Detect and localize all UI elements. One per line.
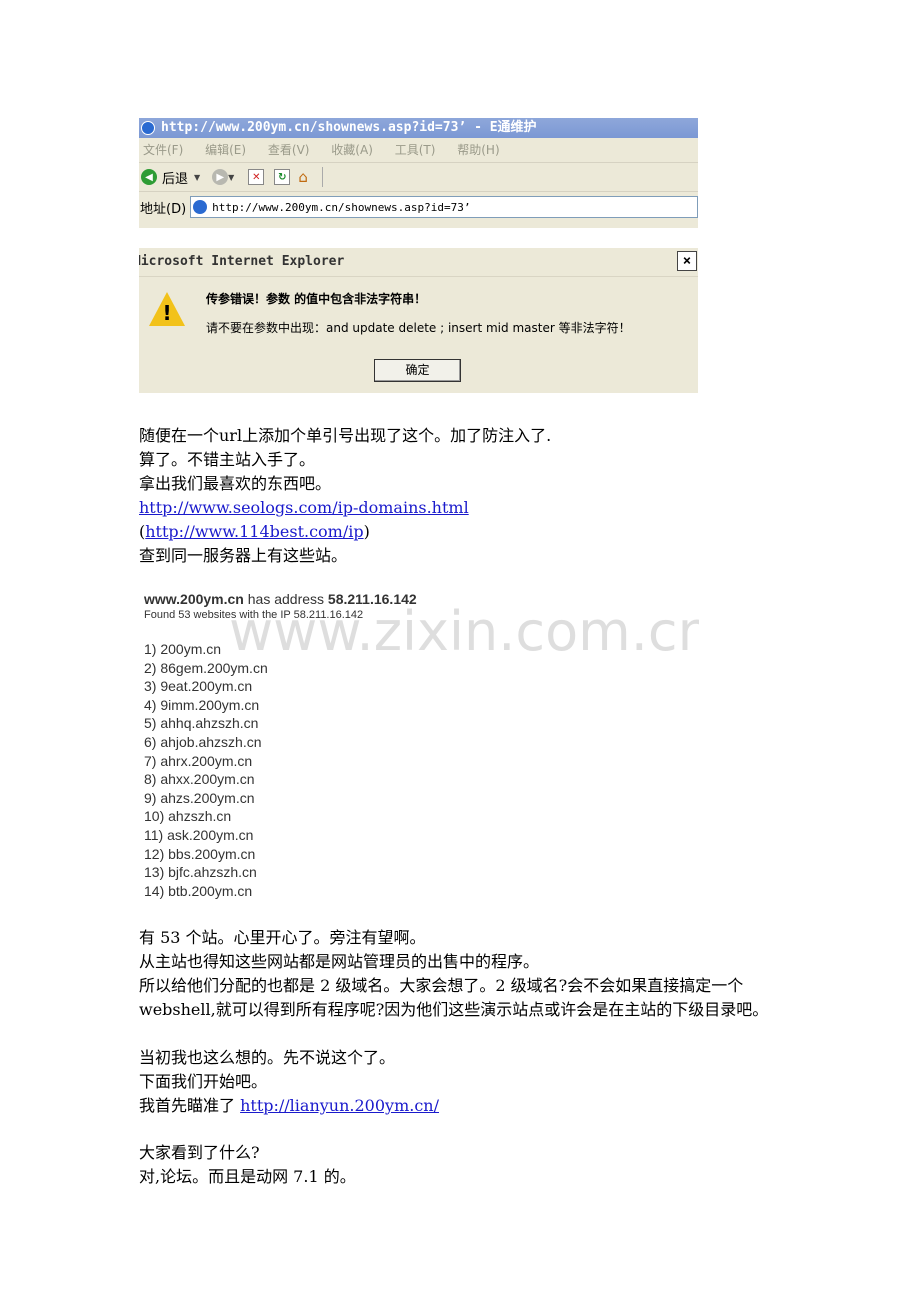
toolbar: ◀ 后退 ▼ ▶ ▼ ✕ ↻ ⌂ [139, 162, 698, 192]
stop-icon[interactable]: ✕ [248, 169, 265, 185]
link-paragraph: (http://www.114best.com/ip) [139, 520, 370, 544]
dialog-message-line2: 请不要在参数中出现：and update delete ; insert mid… [206, 321, 631, 335]
paren-close: ) [363, 522, 370, 541]
paragraph-text: 我首先瞄准了 [139, 1096, 241, 1115]
refresh-icon[interactable]: ↻ [274, 169, 291, 185]
paragraph-line: 查到同一服务器上有这些站。 [139, 546, 348, 565]
address-bar: 地址(D) http://www.200ym.cn/shownews.asp?i… [139, 192, 698, 222]
paragraph-line: 有 53 个站。心里开心了。旁注有望啊。 [139, 928, 426, 947]
ie-icon [141, 121, 155, 135]
list-item: 5) ahhq.ahzszh.cn [144, 715, 259, 732]
ip-lookup-screenshot: www.zixin.com.cn www.200ym.cn has addres… [139, 585, 699, 900]
paragraph-line: 当初我也这么想的。先不说这个了。 [139, 1048, 396, 1067]
menu-help[interactable]: 帮助(H) [457, 143, 499, 157]
back-button-label[interactable]: 后退 [162, 168, 188, 187]
menu-favorites[interactable]: 收藏(A) [331, 143, 373, 157]
back-arrow-icon[interactable]: ◀ [141, 169, 157, 185]
list-item: 1) 200ym.cn [144, 641, 222, 657]
paragraph-wrapped: 所以给他们分配的也都是 2 级域名。大家会想了。2 级域名?会不会如果直接搞定一… [139, 976, 769, 1019]
list-item: 3) 9eat.200ym.cn [144, 678, 253, 695]
list-item: 12) bbs.200ym.cn [144, 845, 256, 862]
toolbar-separator [322, 167, 324, 187]
paragraph-line: 从主站也得知这些网站都是网站管理员的出售中的程序。 [139, 952, 540, 971]
link-paragraph: http://www.seologs.com/ip-domains.html [139, 496, 469, 520]
lianyun-link[interactable]: http://lianyun.200ym.cn/ [240, 1096, 439, 1115]
lookup-ip: 58.211.16.142 [327, 591, 417, 607]
site-list: 1) 200ym.cn 2) 86gem.200ym.cn 3) 9eat.20… [144, 640, 268, 900]
error-dialog: Microsoft Internet Explorer × ! 传参错误！参数 … [139, 248, 698, 393]
list-item: 4) 9imm.200ym.cn [144, 696, 260, 713]
found-websites-line: Found 53 websites with the IP 58.211.16.… [144, 609, 364, 621]
window-title: http://www.200ym.cn/shownews.asp?id=73’ … [161, 120, 537, 135]
ie-window-screenshot: http://www.200ym.cn/shownews.asp?id=73’ … [139, 118, 698, 228]
list-item: 14) btb.200ym.cn [144, 882, 253, 899]
paragraph-line: 下面我们开始吧。 [139, 1072, 268, 1091]
paragraph-line: 对,论坛。而且是动网 7.1 的。 [139, 1167, 356, 1186]
list-item: 6) ahjob.ahzszh.cn [144, 733, 262, 750]
warning-exclamation-icon: ! [162, 301, 172, 325]
forward-arrow-icon[interactable]: ▶ [212, 169, 229, 185]
dialog-message-line1: 传参错误！参数 的值中包含非法字符串！ [206, 292, 427, 306]
paragraph-line: 拿出我们最喜欢的东西吧。 [139, 474, 332, 493]
menu-edit[interactable]: 编辑(E) [205, 143, 246, 157]
ip-lookup-heading: www.200ym.cn has address 58.211.16.142 [144, 591, 417, 607]
close-icon[interactable]: × [677, 251, 697, 271]
lookup-domain: www.200ym.cn [144, 591, 244, 607]
home-icon[interactable]: ⌂ [298, 168, 316, 186]
paragraph-with-link: 我首先瞄准了 http://lianyun.200ym.cn/ [139, 1094, 439, 1118]
paragraph-line: 算了。不错主站入手了。 [139, 450, 316, 469]
list-item: 10) ahzszh.cn [144, 808, 232, 825]
114best-link[interactable]: http://www.114best.com/ip [145, 522, 363, 541]
back-dropdown-icon[interactable]: ▼ [194, 173, 200, 182]
seologs-link[interactable]: http://www.seologs.com/ip-domains.html [139, 498, 469, 517]
has-address-text: has address [243, 591, 328, 607]
list-item: 2) 86gem.200ym.cn [144, 659, 268, 676]
list-item: 13) bjfc.ahzszh.cn [144, 864, 257, 881]
list-item: 8) ahxx.200ym.cn [144, 771, 255, 788]
list-item: 7) ahrx.200ym.cn [144, 752, 253, 769]
ok-button[interactable]: 确定 [374, 359, 461, 382]
page-icon [193, 200, 208, 214]
menu-file[interactable]: 文件(F) [143, 143, 183, 157]
paragraph-line: 随便在一个url上添加个单引号出现了这个。加了防注入了. [139, 426, 552, 445]
menu-bar: 文件(F) 编辑(E) 查看(V) 收藏(A) 工具(T) 帮助(H) [139, 138, 698, 162]
dialog-titlebar: Microsoft Internet Explorer × [139, 248, 698, 277]
address-value: http://www.200ym.cn/shownews.asp?id=73’ [212, 200, 471, 214]
dialog-title: Microsoft Internet Explorer [139, 254, 345, 269]
menu-view[interactable]: 查看(V) [268, 143, 310, 157]
forward-dropdown-icon[interactable]: ▼ [228, 173, 234, 182]
menu-tools[interactable]: 工具(T) [395, 143, 436, 157]
paragraph-line: 大家看到了什么? [139, 1143, 260, 1162]
address-input[interactable]: http://www.200ym.cn/shownews.asp?id=73’ [190, 196, 698, 218]
address-label: 地址(D) [140, 201, 187, 217]
list-item: 11) ask.200ym.cn [144, 826, 254, 843]
window-titlebar: http://www.200ym.cn/shownews.asp?id=73’ … [139, 118, 698, 138]
list-item: 9) ahzs.200ym.cn [144, 789, 255, 806]
